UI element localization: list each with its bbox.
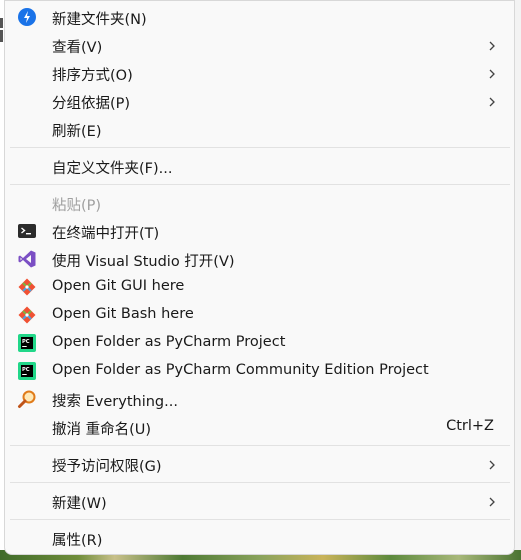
menu-item-label: 搜索 Everything... <box>52 394 178 410</box>
desktop-icon-fragment <box>0 30 3 42</box>
menu-separator <box>10 482 510 483</box>
desktop-icon-fragment <box>0 18 3 28</box>
menu-item-label: 授予访问权限(G) <box>52 459 162 475</box>
menu-item-view[interactable]: 查看(V) <box>9 32 510 58</box>
menu-item-open-in-terminal[interactable]: 在终端中打开(T) <box>9 218 510 244</box>
menu-separator <box>10 184 510 185</box>
menu-item-label: 分组依据(P) <box>52 96 131 112</box>
menu-item-give-access[interactable]: 授予访问权限(G) <box>9 451 510 477</box>
chevron-right-icon <box>486 494 498 508</box>
menu-item-undo-rename[interactable]: 撤消 重命名(U) Ctrl+Z <box>9 414 510 440</box>
menu-item-label: Open Git Bash here <box>52 306 194 322</box>
menu-item-label: 粘贴(P) <box>52 198 102 214</box>
menu-item-customize-folder[interactable]: 自定义文件夹(F)... <box>9 153 510 179</box>
chevron-right-icon <box>486 38 498 52</box>
menu-item-label: 新建文件夹(N) <box>52 12 147 28</box>
menu-item-pycharm-ce-project[interactable]: PC Open Folder as PyCharm Community Edit… <box>9 358 510 384</box>
menu-item-pycharm-project[interactable]: PC Open Folder as PyCharm Project <box>9 330 510 356</box>
menu-item-search-everything[interactable]: 搜索 Everything... <box>9 386 510 412</box>
svg-text:PC: PC <box>22 367 30 373</box>
menu-item-label: Open Git GUI here <box>52 278 185 294</box>
menu-item-new[interactable]: 新建(W) <box>9 488 510 514</box>
svg-text:PC: PC <box>22 339 30 345</box>
menu-item-label: 在终端中打开(T) <box>52 226 160 242</box>
menu-item-label: Open Folder as PyCharm Community Edition… <box>52 362 429 378</box>
menu-separator <box>10 445 510 446</box>
everything-search-icon <box>17 389 37 409</box>
git-bash-icon <box>17 305 37 325</box>
menu-item-label: 排序方式(O) <box>52 68 133 84</box>
menu-item-label: 撤消 重命名(U) <box>52 422 152 438</box>
menu-item-git-bash[interactable]: Open Git Bash here <box>9 302 510 328</box>
menu-item-label: 自定义文件夹(F)... <box>52 161 173 177</box>
menu-item-label: 查看(V) <box>52 40 103 56</box>
menu-item-open-visual-studio[interactable]: 使用 Visual Studio 打开(V) <box>9 246 510 272</box>
shortcut-text: Ctrl+Z <box>446 418 494 434</box>
context-menu: 新建文件夹(N) 查看(V) 排序方式(O) 分组依据(P) 刷新(E) 自定义… <box>4 0 515 555</box>
menu-item-git-gui[interactable]: Open Git GUI here <box>9 274 510 300</box>
git-gui-icon <box>17 277 37 297</box>
menu-item-label: Open Folder as PyCharm Project <box>52 334 286 350</box>
menu-item-new-folder[interactable]: 新建文件夹(N) <box>9 4 510 30</box>
terminal-icon <box>17 221 37 241</box>
menu-item-label: 新建(W) <box>52 496 107 512</box>
pycharm-ce-icon: PC <box>17 361 37 381</box>
menu-item-paste: 粘贴(P) <box>9 190 510 216</box>
menu-item-label: 属性(R) <box>52 533 103 549</box>
visual-studio-icon <box>17 249 37 269</box>
menu-item-label: 使用 Visual Studio 打开(V) <box>52 254 235 270</box>
chevron-right-icon <box>486 457 498 471</box>
menu-item-label: 刷新(E) <box>52 124 102 140</box>
menu-item-group-by[interactable]: 分组依据(P) <box>9 88 510 114</box>
menu-separator <box>10 519 510 520</box>
menu-separator <box>10 147 510 148</box>
menu-item-properties[interactable]: 属性(R) <box>9 525 510 551</box>
chevron-right-icon <box>486 94 498 108</box>
menu-item-sort-by[interactable]: 排序方式(O) <box>9 60 510 86</box>
pycharm-icon: PC <box>17 333 37 353</box>
chevron-right-icon <box>486 66 498 80</box>
menu-item-refresh[interactable]: 刷新(E) <box>9 116 510 142</box>
new-folder-icon <box>17 7 37 27</box>
